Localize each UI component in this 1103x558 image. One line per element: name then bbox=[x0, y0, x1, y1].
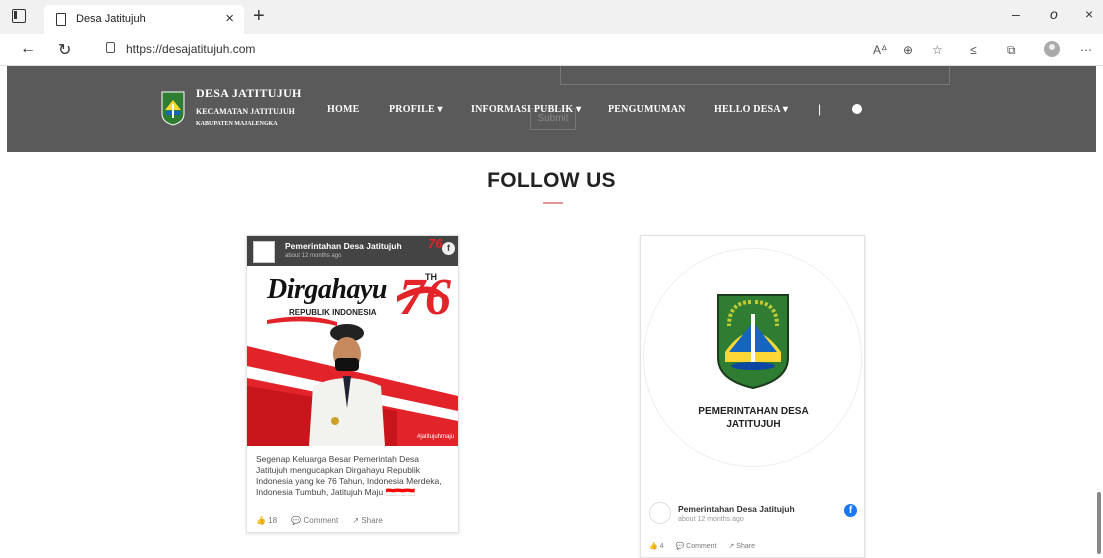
share-button[interactable]: ↗ Share bbox=[352, 516, 382, 525]
minimize-button[interactable]: – bbox=[1012, 6, 1020, 22]
brand-kabupaten: KABUPATEN MAJALENGKA bbox=[196, 121, 278, 127]
post-number-badge: 76 bbox=[428, 236, 443, 251]
scrollbar-thumb[interactable] bbox=[1097, 492, 1101, 554]
tab-title: Desa Jatitujuh bbox=[76, 13, 146, 25]
page-actions: 👍 4 💬 Comment ↗ Share bbox=[649, 542, 765, 550]
poster-heading: Dirgahayu bbox=[267, 274, 387, 305]
refresh-icon[interactable]: ↻ bbox=[58, 40, 71, 60]
like-count[interactable]: 👍 18 bbox=[256, 516, 277, 525]
title-underline bbox=[543, 202, 563, 204]
emblem-caption-line1: PEMERINTAHAN DESA bbox=[698, 406, 809, 417]
menu-hello-desa[interactable]: HELLO DESA ▾ bbox=[714, 104, 788, 115]
zoom-icon[interactable]: ⊕ bbox=[903, 43, 913, 57]
close-window-button[interactable]: × bbox=[1085, 6, 1093, 22]
collections-icon[interactable]: ⧉ bbox=[1007, 43, 1016, 58]
page-avatar[interactable] bbox=[649, 502, 671, 524]
browser-tab[interactable]: Desa Jatitujuh × bbox=[44, 5, 244, 34]
kabupaten-emblem bbox=[717, 294, 789, 390]
post-image[interactable]: Pemerintahan Desa Jatitujuh about 12 mon… bbox=[247, 236, 458, 446]
browser-tab-bar: Desa Jatitujuh × + – o × bbox=[0, 0, 1103, 34]
post-time: about 12 months ago bbox=[678, 516, 744, 523]
post-text: Segenap Keluarga Besar Pemerintah Desa J… bbox=[256, 454, 451, 498]
facebook-icon[interactable]: f bbox=[844, 504, 857, 517]
more-icon[interactable]: ⋯ bbox=[1080, 43, 1092, 57]
brand-kecamatan: KECAMATAN JATITUJUH bbox=[196, 107, 295, 116]
brand[interactable]: DESA JATITUJUH KECAMATAN JATITUJUH KABUP… bbox=[196, 86, 302, 127]
info-icon[interactable] bbox=[852, 104, 862, 114]
emblem-caption-line2: JATITUJUH bbox=[726, 419, 781, 430]
share-button[interactable]: ↗ Share bbox=[728, 543, 755, 550]
page-name[interactable]: Pemerintahan Desa Jatitujuh bbox=[678, 504, 795, 514]
profile-icon[interactable] bbox=[1044, 41, 1060, 57]
lock-icon[interactable] bbox=[106, 42, 115, 53]
page-icon bbox=[56, 13, 66, 26]
back-icon[interactable]: ← bbox=[20, 40, 36, 58]
menu-separator: | bbox=[818, 102, 822, 116]
facebook-page-card[interactable]: PEMERINTAHAN DESA JATITUJUH Pemerintahan… bbox=[640, 235, 865, 558]
favorites-icon[interactable]: ≤ bbox=[970, 43, 977, 57]
flag-emoji: 🇮🇩🇮🇩🇮🇩 bbox=[385, 487, 415, 497]
address-bar: ← ↻ https://desajatitujuh.com Aᐞ ⊕ ☆ ≤ ⧉… bbox=[0, 34, 1103, 66]
site-header: Submit DESA JATITUJUH KECAMATAN JATITUJU… bbox=[7, 66, 1096, 152]
kabupaten-logo[interactable] bbox=[160, 90, 186, 126]
post-page-sub: about 12 months ago bbox=[285, 253, 342, 259]
menu-informasi-publik[interactable]: INFORMASI PUBLIK ▾ bbox=[471, 104, 581, 115]
tab-close-icon[interactable]: × bbox=[225, 10, 234, 27]
url-field[interactable]: https://desajatitujuh.com bbox=[94, 38, 964, 62]
menu-pengumuman[interactable]: PENGUMUMAN bbox=[608, 104, 686, 115]
facebook-icon[interactable]: f bbox=[442, 242, 455, 255]
post-actions: 👍 18 💬 Comment ↗ Share bbox=[256, 516, 395, 525]
menu-home[interactable]: HOME bbox=[327, 104, 359, 115]
maximize-button[interactable]: o bbox=[1050, 6, 1058, 22]
poster-subheading: REPUBLIK INDONESIA bbox=[289, 308, 377, 317]
page-avatar[interactable] bbox=[253, 241, 275, 263]
read-aloud-icon[interactable]: Aᐞ bbox=[873, 43, 888, 57]
post-page-name[interactable]: Pemerintahan Desa Jatitujuh bbox=[285, 241, 402, 251]
add-favorite-icon[interactable]: ☆ bbox=[932, 43, 943, 57]
menu-profile[interactable]: PROFILE ▾ bbox=[389, 104, 443, 115]
textarea-edge bbox=[560, 66, 950, 85]
section-title: FOLLOW US bbox=[487, 169, 616, 192]
new-tab-button[interactable]: + bbox=[253, 5, 265, 28]
facebook-post-card[interactable]: Pemerintahan Desa Jatitujuh about 12 mon… bbox=[246, 235, 459, 533]
poster-tag: #jatitujuhmaju bbox=[417, 434, 455, 440]
post-header: Pemerintahan Desa Jatitujuh about 12 mon… bbox=[247, 236, 458, 266]
poster-th: TH bbox=[425, 272, 437, 282]
comment-button[interactable]: 💬 Comment bbox=[291, 516, 338, 525]
url-text[interactable]: https://desajatitujuh.com bbox=[126, 42, 255, 56]
tab-actions-icon[interactable] bbox=[12, 9, 26, 23]
comment-button[interactable]: 💬 Comment bbox=[676, 543, 717, 550]
like-count[interactable]: 👍 4 bbox=[649, 543, 664, 550]
brand-name: DESA JATITUJUH bbox=[196, 86, 302, 100]
